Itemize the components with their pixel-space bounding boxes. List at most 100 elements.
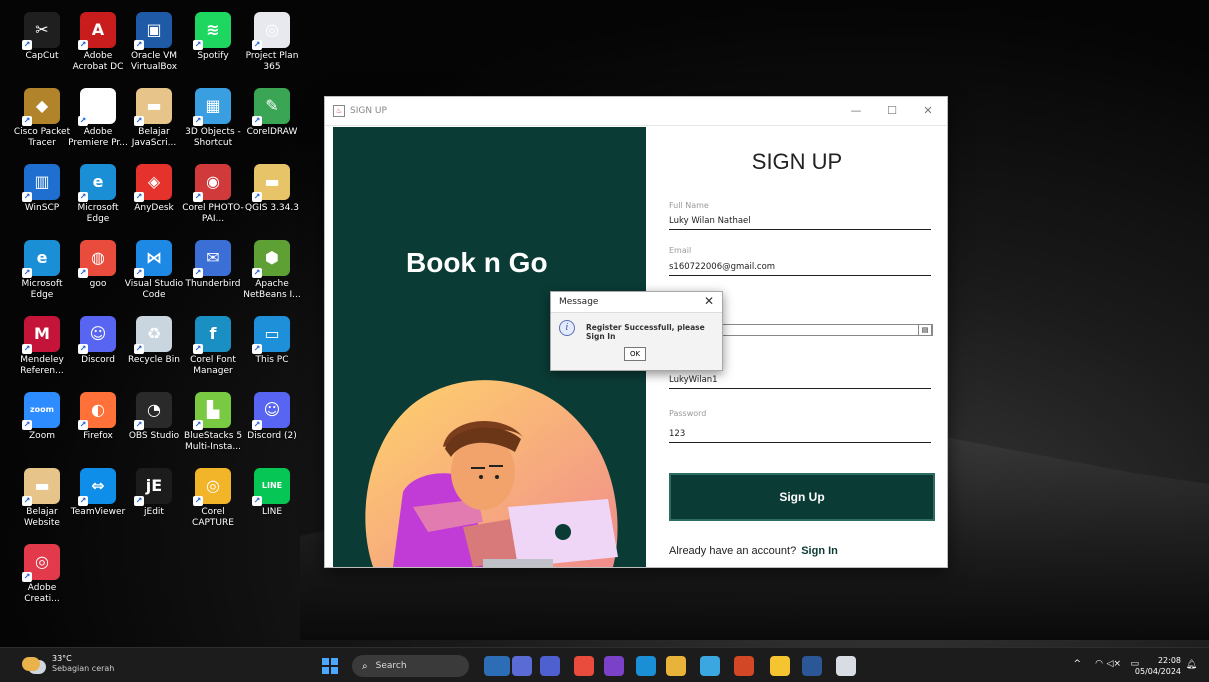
desktop-icon[interactable]: ▬ ↗ Belajar Website (12, 468, 72, 529)
shortcut-arrow-icon: ↗ (134, 496, 144, 506)
vs-app-icon[interactable] (604, 656, 624, 676)
java-app-icon[interactable] (836, 656, 856, 676)
shortcut-arrow-icon: ↗ (22, 572, 32, 582)
shortcut-arrow-icon: ↗ (252, 496, 262, 506)
desktop-icon[interactable]: LINE ↗ LINE (242, 468, 302, 518)
taskbar-search[interactable]: ⌕ Search (352, 655, 469, 677)
clock[interactable]: 22:08 05/04/2024 (1135, 655, 1181, 677)
desktop-icon[interactable]: ☺ ↗ Discord (2) (242, 392, 302, 442)
desktop-icon-label: Cisco Packet Tracer (13, 127, 71, 148)
desktop-icon[interactable]: ◐ ↗ Firefox (68, 392, 128, 442)
ok-button[interactable]: OK (624, 347, 646, 361)
desktop-icon[interactable]: e ↗ Microsoft Edge (68, 164, 128, 225)
desktop-icon[interactable]: e ↗ Microsoft Edge (12, 240, 72, 301)
desktop-icon[interactable]: ▬ ↗ Belajar JavaScri... (124, 88, 184, 149)
chevron-up-icon[interactable]: ^ (1073, 659, 1081, 669)
chrome-app-icon[interactable] (574, 656, 594, 676)
desktop-icon[interactable]: ✉ ↗ Thunderbird (183, 240, 243, 290)
window-titlebar[interactable]: ♨ SIGN UP — ☐ ✕ (325, 97, 947, 126)
photos-app-icon[interactable] (700, 656, 720, 676)
desktop-icon-label: Microsoft Edge (77, 203, 119, 224)
desktop-icon-label: BlueStacks 5 Multi-Insta... (183, 431, 243, 452)
wifi-icon[interactable]: ◠ (1095, 659, 1103, 669)
desktop-icon[interactable]: zoom ↗ Zoom (12, 392, 72, 442)
desktop-icon[interactable]: ≋ ↗ Spotify (183, 12, 243, 62)
widget-app-icon[interactable] (484, 656, 510, 676)
desktop-icon[interactable]: ✎ ↗ CorelDRAW (242, 88, 302, 138)
shortcut-arrow-icon: ↗ (193, 116, 203, 126)
sign-in-link[interactable]: Sign In (801, 545, 838, 557)
desktop-icon[interactable]: f ↗ Corel Font Manager (183, 316, 243, 377)
shortcut-arrow-icon: ↗ (78, 192, 88, 202)
explorer-app-icon[interactable] (666, 656, 686, 676)
shortcut-arrow-icon: ↗ (134, 420, 144, 430)
start-button[interactable] (322, 658, 338, 674)
email-field[interactable]: s160722006@gmail.com (669, 262, 931, 276)
app-icon: ◉ ↗ (193, 164, 231, 202)
desktop-icon-label: goo (89, 279, 107, 289)
app-icon: ◆ ↗ (22, 88, 60, 126)
notification-bell-icon[interactable]: 🔔︎ (1186, 660, 1197, 670)
app-icon: ▬ ↗ (252, 164, 290, 202)
close-button[interactable]: ✕ (914, 101, 942, 121)
desktop-icon[interactable]: ◎ ↗ Corel CAPTURE (183, 468, 243, 529)
desktop-icon[interactable]: ▣ ↗ Oracle VM VirtualBox (124, 12, 184, 73)
dialog-close-button[interactable]: ✕ (704, 294, 714, 308)
desktop-icon[interactable]: ◆ ↗ Cisco Packet Tracer (12, 88, 72, 149)
desktop-icon-label: Discord (81, 355, 115, 365)
edge-app-icon[interactable] (636, 656, 656, 676)
desktop: ✂ ↗ CapCut A ↗ Adobe Acrobat DC ▣ ↗ Oracle VM Vi… (0, 0, 1209, 682)
desktop-icon[interactable]: ◎ ↗ Project Plan 365 (242, 12, 302, 73)
desktop-icon[interactable]: ◈ ↗ AnyDesk (124, 164, 184, 214)
shortcut-arrow-icon: ↗ (22, 192, 32, 202)
desktop-icon[interactable]: ▦ ↗ 3D Objects - Shortcut (183, 88, 243, 149)
desktop-icon[interactable]: ⬢ ↗ Apache NetBeans I... (242, 240, 302, 301)
desktop-icon[interactable]: A ↗ Adobe Acrobat DC (68, 12, 128, 73)
weather-widget[interactable]: 33°C Sebagian cerah (22, 654, 114, 674)
shortcut-arrow-icon: ↗ (134, 116, 144, 126)
desktop-icon[interactable]: ⇔ ↗ TeamViewer (68, 468, 128, 518)
username-field[interactable]: LukyWilan1 (669, 375, 931, 389)
desktop-icon[interactable]: M ↗ Mendeley Referen... (12, 316, 72, 377)
store-app-icon[interactable] (770, 656, 790, 676)
shortcut-arrow-icon: ↗ (193, 344, 203, 354)
windows-logo-icon (322, 658, 329, 665)
desktop-icon[interactable]: ♻ ↗ Recycle Bin (124, 316, 184, 366)
app-icon: ▣ ↗ (134, 12, 172, 50)
desktop-icon[interactable]: jE ↗ jEdit (124, 468, 184, 518)
powerpoint-app-icon[interactable] (734, 656, 754, 676)
calendar-icon[interactable]: ▤ (918, 324, 932, 336)
maximize-button[interactable]: ☐ (878, 101, 906, 121)
teams-chat-icon[interactable] (540, 656, 560, 676)
desktop-icon[interactable]: ◎ ↗ Adobe Creati... (12, 544, 72, 605)
shortcut-arrow-icon: ↗ (134, 268, 144, 278)
word-app-icon[interactable] (802, 656, 822, 676)
desktop-icon[interactable]: ✂ ↗ CapCut (12, 12, 72, 62)
desktop-icon[interactable]: ▥ ↗ WinSCP (12, 164, 72, 214)
volume-icon[interactable]: ◁× (1107, 659, 1121, 669)
desktop-icon-label: TeamViewer (70, 507, 126, 517)
desktop-icon[interactable]: ▙ ↗ BlueStacks 5 Multi-Insta... (183, 392, 243, 453)
desktop-icon[interactable]: ▭ ↗ This PC (242, 316, 302, 366)
desktop-icon[interactable]: ◍ ↗ goo (68, 240, 128, 290)
signin-prompt: Already have an account? Sign In (669, 545, 838, 557)
message-dialog[interactable]: Message ✕ i Register Successfull, please… (550, 291, 723, 371)
desktop-icon-label: Microsoft Edge (21, 279, 63, 300)
app-icon: M ↗ (22, 316, 60, 354)
shortcut-arrow-icon: ↗ (78, 420, 88, 430)
desktop-icon[interactable]: ☺ ↗ Discord (68, 316, 128, 366)
desktop-icon[interactable]: ▬ ↗ QGIS 3.34.3 (242, 164, 302, 214)
desktop-icon-label: Thunderbird (185, 279, 241, 289)
app-icon: A ↗ (78, 12, 116, 50)
full-name-field[interactable]: Luky Wilan Nathael (669, 216, 931, 230)
desktop-icon[interactable]: ↗ Adobe Premiere Pr... (68, 88, 128, 149)
teams-app-icon[interactable] (512, 656, 532, 676)
minimize-button[interactable]: — (842, 101, 870, 121)
desktop-icon[interactable]: ◔ ↗ OBS Studio (124, 392, 184, 442)
desktop-icon[interactable]: ◉ ↗ Corel PHOTO-PAI... (182, 164, 244, 225)
desktop-icon[interactable]: ⋈ ↗ Visual Studio Code (124, 240, 184, 301)
app-icon: ◎ ↗ (252, 12, 290, 50)
password-field[interactable]: 123 (669, 429, 931, 443)
sign-up-button[interactable]: Sign Up (669, 473, 935, 521)
desktop-icon-label: AnyDesk (134, 203, 174, 213)
